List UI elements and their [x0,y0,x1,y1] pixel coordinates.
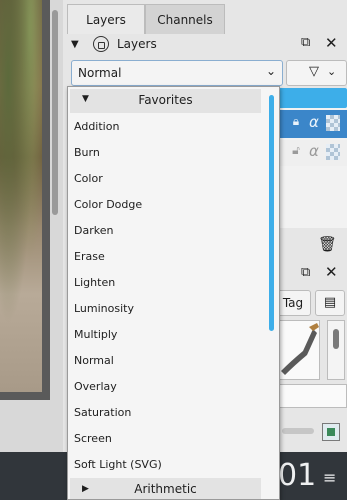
menu-icon: ▤ [323,295,337,310]
brush-presets-header: ⧉ ✕ [270,262,347,284]
blend-option-burn[interactable]: Burn [74,144,100,162]
float-icon[interactable]: ⧉ [301,265,310,280]
tag-button[interactable]: Tag [275,290,311,316]
hamburger-icon[interactable]: ≡ [323,468,336,487]
layer-row[interactable]: 🔓︎ α [270,140,347,166]
group-header-favorites[interactable]: ▼ Favorites [70,89,261,113]
lock-icon[interactable] [93,36,109,52]
float-icon[interactable]: ⧉ [301,35,310,50]
blend-option-screen[interactable]: Screen [74,430,112,448]
chevron-down-icon: ⌄ [265,64,276,78]
layer-row[interactable]: 🔒︎ α [270,110,347,138]
lock-icon[interactable]: 🔓︎ [288,143,304,163]
layer-list: 🔒︎ α 🔓︎ α [270,88,347,228]
close-icon[interactable]: ✕ [325,34,338,52]
chevron-down-icon: ⌄ [327,65,337,78]
status-number: 01 [278,458,317,493]
blend-mode-value: Normal [78,66,122,80]
collapse-triangle-icon[interactable]: ▼ [71,39,79,50]
canvas-area[interactable] [0,0,63,452]
canvas-border [0,0,50,400]
alpha-lock-icon[interactable]: α [306,142,322,162]
blend-option-normal[interactable]: Normal [74,352,114,370]
blend-option-lighten[interactable]: Lighten [74,274,115,292]
brush-presets-scrollbar[interactable] [327,320,345,380]
lock-icon[interactable]: 🔒︎ [288,114,304,134]
transparency-checker-icon [326,115,340,131]
blend-option-color-dodge[interactable]: Color Dodge [74,196,142,214]
close-icon[interactable]: ✕ [325,263,338,281]
blend-option-saturation[interactable]: Saturation [74,404,131,422]
trash-icon[interactable]: 🗑︎ [318,235,337,253]
dropdown-scrollbar-thumb[interactable] [269,95,274,331]
scrollbar-thumb[interactable] [333,329,339,349]
blend-mode-dropdown[interactable]: ▼ Favorites Addition Burn Color Color Do… [67,86,280,500]
docker-title: Layers [117,37,157,51]
tab-channels[interactable]: Channels [145,4,225,34]
blend-option-soft-light-svg[interactable]: Soft Light (SVG) [74,456,162,474]
blend-option-erase[interactable]: Erase [74,248,105,266]
tab-layers[interactable]: Layers [67,4,145,34]
blend-option-addition[interactable]: Addition [74,118,119,136]
blend-option-luminosity[interactable]: Luminosity [74,300,134,318]
transparency-checker-icon [326,144,340,160]
size-slider[interactable] [282,428,314,434]
layers-docker-header: ▼ Layers ⧉ ✕ [67,34,347,56]
blend-option-multiply[interactable]: Multiply [74,326,117,344]
blend-mode-select[interactable]: Normal ⌄ [71,60,283,86]
canvas-vertical-scrollbar[interactable] [52,10,58,215]
filter-icon: ▽ [309,64,319,79]
alpha-lock-icon[interactable]: α [306,113,322,133]
brush-search-input[interactable] [272,384,347,408]
blend-option-overlay[interactable]: Overlay [74,378,117,396]
layer-filter-button[interactable]: ▽ ⌄ [286,60,347,86]
layer-row[interactable] [270,88,347,108]
blend-option-color[interactable]: Color [74,170,103,188]
group-header-arithmetic[interactable]: ▶ Arithmetic [70,478,261,499]
tag-menu-button[interactable]: ▤ [315,290,345,316]
blend-option-darken[interactable]: Darken [74,222,113,240]
canvas-image[interactable] [0,0,42,392]
group-label: Favorites [138,93,193,107]
reset-icon[interactable] [322,423,340,441]
group-label: Arithmetic [134,482,197,496]
